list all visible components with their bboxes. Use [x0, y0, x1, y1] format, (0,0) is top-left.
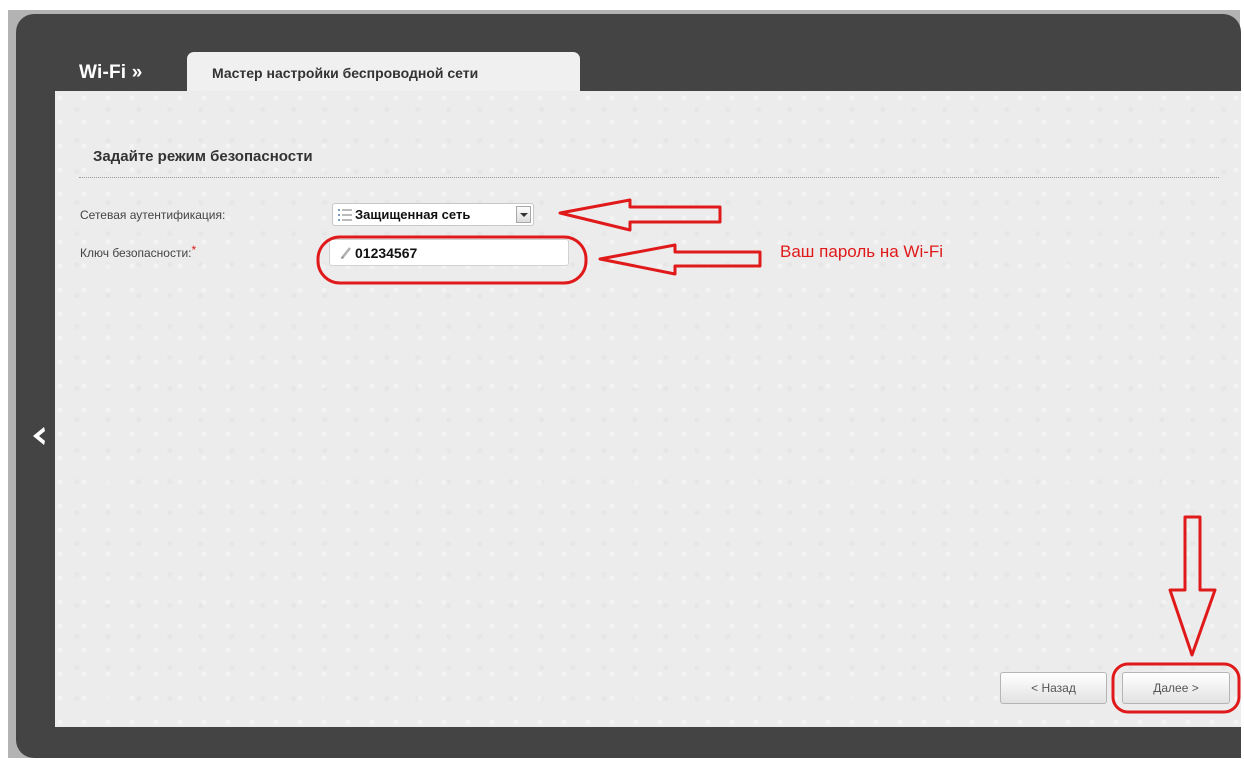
page-title: Задайте режим безопасности: [93, 148, 313, 165]
chevron-down-icon[interactable]: [516, 206, 531, 223]
password-hint-annotation: Ваш пароль на Wi-Fi: [780, 242, 944, 261]
key-label-row: Ключ безопасности:*: [80, 243, 197, 260]
chevron-left-icon[interactable]: [30, 425, 48, 447]
tab-wireless-wizard[interactable]: Мастер настройки беспроводной сети: [187, 52, 580, 92]
section-title[interactable]: Wi-Fi »: [79, 62, 143, 84]
auth-select-value: Защищенная сеть: [355, 207, 471, 222]
pencil-icon: [341, 247, 351, 259]
key-label: Ключ безопасности:: [80, 246, 192, 260]
security-key-value: 01234567: [355, 245, 418, 261]
next-button[interactable]: Далее >: [1122, 672, 1230, 704]
content-area: Задайте режим безопасности Сетевая аутен…: [55, 91, 1241, 727]
auth-select[interactable]: Защищенная сеть: [332, 203, 534, 226]
list-icon: [338, 209, 352, 221]
security-key-field[interactable]: 01234567: [329, 239, 569, 266]
back-button[interactable]: < Назад: [1000, 672, 1107, 704]
divider: [79, 177, 1219, 178]
required-mark: *: [191, 243, 197, 257]
auth-label: Сетевая аутентификация:: [80, 208, 226, 222]
